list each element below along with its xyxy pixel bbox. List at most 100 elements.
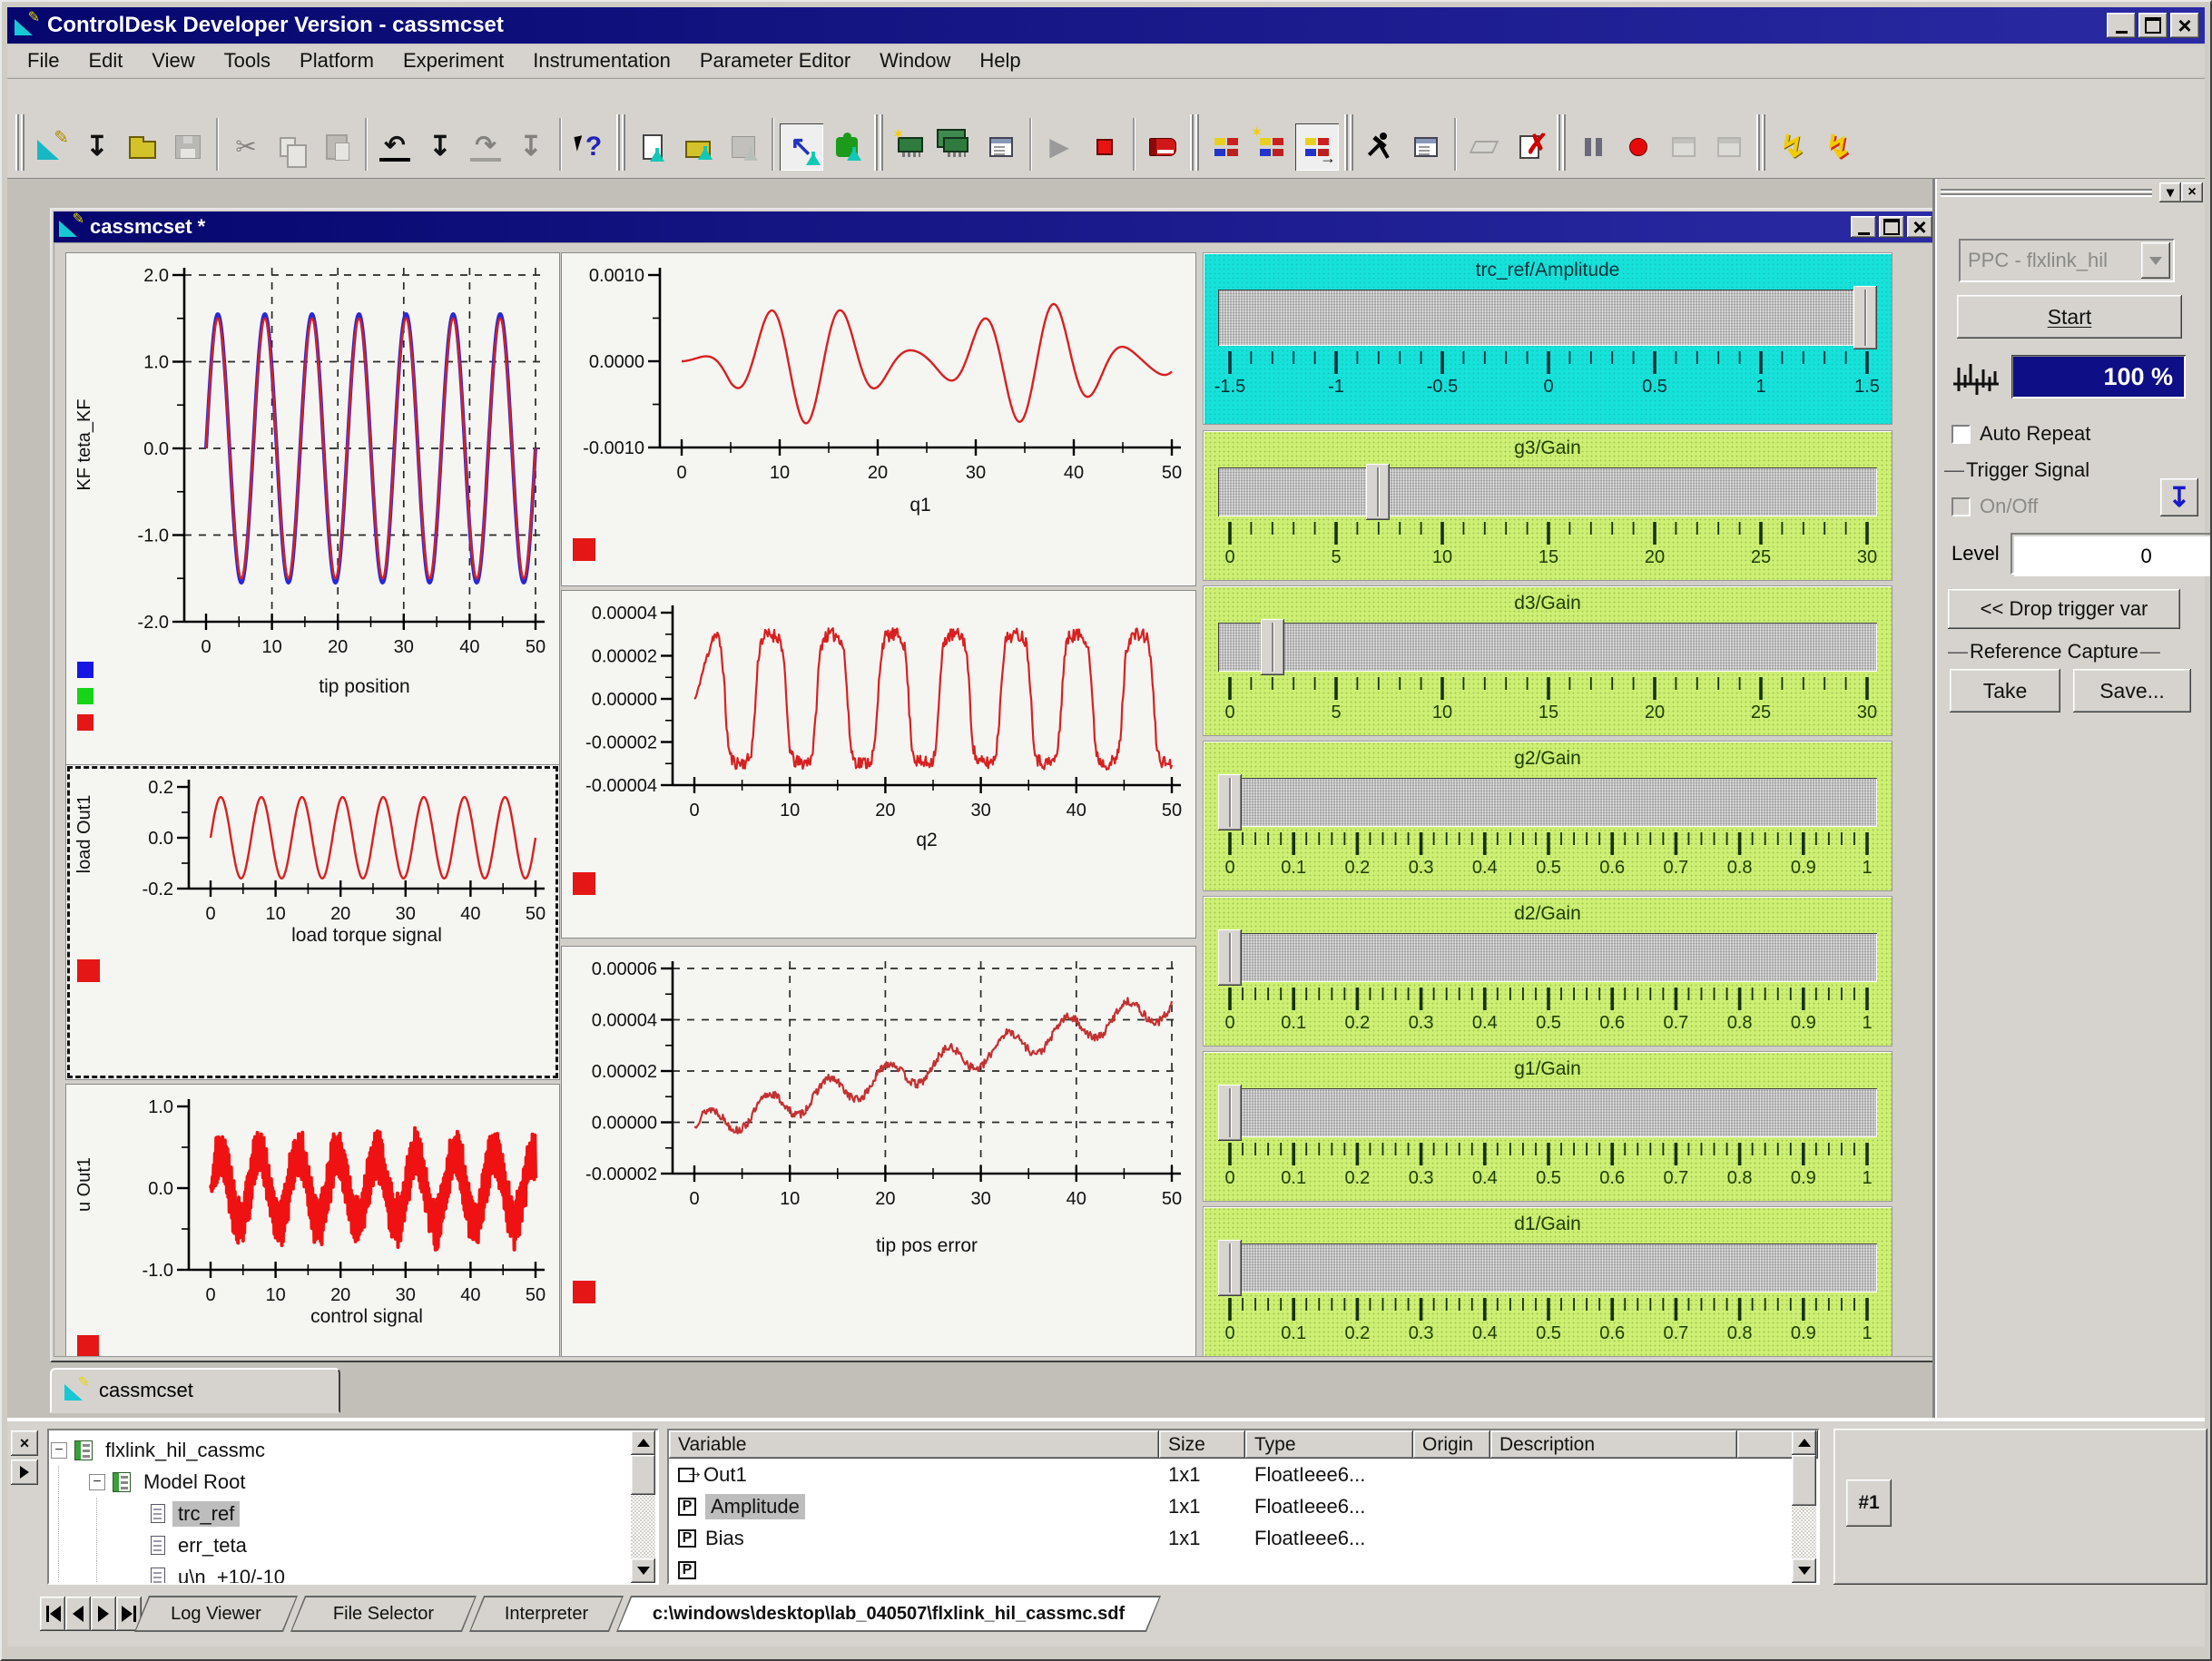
record-capture-icon[interactable] xyxy=(1617,123,1660,171)
platform-manager-icon[interactable] xyxy=(934,123,978,171)
erase-icon[interactable] xyxy=(1462,123,1506,171)
platform-select-arrow-icon[interactable] xyxy=(2141,242,2170,279)
scroll-down-icon[interactable] xyxy=(631,1558,655,1583)
slider-thumb[interactable] xyxy=(1218,774,1242,830)
import-layout-icon[interactable] xyxy=(75,123,119,171)
slider-groove[interactable] xyxy=(1218,1243,1877,1292)
column-header-type[interactable]: Type xyxy=(1245,1430,1413,1459)
browser-tab-log[interactable]: Log Viewer xyxy=(134,1596,298,1632)
rebuild-icon[interactable] xyxy=(1816,123,1860,171)
panel-grip[interactable]: ▾ × xyxy=(1941,181,2203,204)
new-instrument-icon[interactable] xyxy=(1250,123,1293,171)
start-animation-icon[interactable] xyxy=(1359,123,1402,171)
tree-item-u-n-10-10[interactable]: u\n_+10/-10 xyxy=(51,1561,655,1585)
slider-d1-gain[interactable]: d1/Gain00.10.20.30.40.50.60.70.80.91 xyxy=(1203,1206,1892,1357)
stop-simulation-icon[interactable] xyxy=(1083,123,1126,171)
new-instrument-layout-icon[interactable] xyxy=(1204,123,1248,171)
tree-item-model-root[interactable]: −Model Root xyxy=(51,1466,655,1498)
slider-thumb[interactable] xyxy=(1261,619,1284,675)
menu-view[interactable]: View xyxy=(137,47,209,74)
tree-scrollbar[interactable] xyxy=(631,1430,655,1583)
log-viewer-icon[interactable] xyxy=(1141,123,1185,171)
drop-trigger-icon[interactable]: ↧ xyxy=(2160,478,2198,516)
register-platform-icon[interactable] xyxy=(889,123,932,171)
capture-settings-icon[interactable] xyxy=(1662,123,1706,171)
panel-chevron-icon[interactable]: ▾ xyxy=(2159,182,2181,202)
build-icon[interactable] xyxy=(1771,123,1814,171)
table-row-amplitude[interactable]: Amplitude1x1FloatIeee6... xyxy=(669,1490,1818,1522)
slider-thumb[interactable] xyxy=(1366,464,1390,520)
start-simulation-icon[interactable] xyxy=(1037,123,1081,171)
doc-close-button[interactable] xyxy=(1907,216,1932,238)
paste-icon[interactable] xyxy=(315,123,359,171)
slider-thumb[interactable] xyxy=(1853,286,1877,349)
menu-tools[interactable]: Tools xyxy=(210,47,285,74)
layout-tab-cassmcset[interactable]: cassmcset xyxy=(50,1368,340,1413)
browser-tab-file[interactable]: File Selector xyxy=(290,1596,477,1632)
drop-trigger-var-button[interactable]: << Drop trigger var xyxy=(1948,589,2180,629)
undo-list-icon[interactable] xyxy=(418,123,462,171)
slider-groove[interactable] xyxy=(1218,1088,1877,1137)
scroll-thumb[interactable] xyxy=(631,1455,655,1495)
menu-instrumentation[interactable]: Instrumentation xyxy=(518,47,685,74)
column-header-description[interactable]: Description xyxy=(1490,1430,1737,1459)
capture-window-icon[interactable] xyxy=(1707,123,1751,171)
menu-help[interactable]: Help xyxy=(965,47,1035,74)
save-icon[interactable] xyxy=(166,123,210,171)
column-header-variable[interactable]: Variable xyxy=(669,1430,1159,1459)
slider-thumb[interactable] xyxy=(1218,1240,1242,1296)
scroll-thumb[interactable] xyxy=(1792,1455,1816,1506)
trigger-onoff-checkbox[interactable] xyxy=(1951,497,1971,516)
slider-d3-gain[interactable]: d3/Gain051015202530 xyxy=(1203,585,1892,736)
plot-tip-pos-error[interactable]: 0.000060.000040.000020.00000-0.000020102… xyxy=(561,946,1196,1357)
tree-item-err-teta[interactable]: err_teta xyxy=(51,1529,655,1561)
plot-q2[interactable]: 0.000040.000020.00000-0.00002-0.00004010… xyxy=(561,590,1196,939)
column-header-size[interactable]: Size xyxy=(1159,1430,1245,1459)
scroll-up-icon[interactable] xyxy=(631,1430,655,1455)
close-button[interactable] xyxy=(2170,13,2199,38)
slider-groove[interactable] xyxy=(1218,290,1877,346)
undo-icon[interactable] xyxy=(373,123,417,171)
doc-minimize-button[interactable] xyxy=(1851,216,1876,238)
open-icon[interactable] xyxy=(121,123,164,171)
pause-capture-icon[interactable] xyxy=(1571,123,1615,171)
connection-1-button[interactable]: #1 xyxy=(1846,1479,1892,1527)
minimize-button[interactable] xyxy=(2107,13,2136,38)
panel-close-icon[interactable]: × xyxy=(2181,182,2203,202)
slider-thumb[interactable] xyxy=(1218,1085,1242,1141)
slider-groove[interactable] xyxy=(1218,933,1877,982)
redo-icon[interactable] xyxy=(464,123,507,171)
plot-control-signal[interactable]: 1.00.0-1.001020304050control signalu Out… xyxy=(65,1084,560,1357)
plot-tip-position[interactable]: 2.01.00.0-1.0-2.001020304050tip position… xyxy=(65,252,560,770)
browser-tab-c-windows-desktop-lab-040507-flxlink-hil-cassmc-sdf[interactable]: c:\windows\desktop\lab_040507\flxlink_hi… xyxy=(616,1596,1161,1632)
platform-properties-icon[interactable] xyxy=(979,123,1023,171)
plot-load-torque-signal[interactable]: 0.20.0-0.201020304050load torque signall… xyxy=(65,764,560,1080)
menu-experiment[interactable]: Experiment xyxy=(388,47,518,74)
slider-groove[interactable] xyxy=(1218,467,1877,516)
delete-variable-icon[interactable] xyxy=(1508,123,1551,171)
menu-edit[interactable]: Edit xyxy=(74,47,137,74)
cut-icon[interactable] xyxy=(224,123,268,171)
tree-item-trc-ref[interactable]: trc_ref xyxy=(51,1498,655,1529)
redo-list-icon[interactable] xyxy=(509,123,553,171)
slider-groove[interactable] xyxy=(1218,623,1877,672)
browser-tab-next-button[interactable] xyxy=(91,1597,116,1631)
scroll-up-icon[interactable] xyxy=(1792,1430,1816,1455)
board-settings-icon[interactable] xyxy=(1404,123,1448,171)
browser-tab-interpreter[interactable]: Interpreter xyxy=(469,1596,624,1632)
table-row-out1[interactable]: Out11x1FloatIeee6... xyxy=(669,1459,1818,1490)
instrument-navigator-icon[interactable] xyxy=(1295,123,1339,171)
open-experiment-icon[interactable] xyxy=(676,123,720,171)
save-reference-button[interactable]: Save... xyxy=(2073,669,2191,713)
scroll-down-icon[interactable] xyxy=(1792,1558,1816,1583)
table-row-bias[interactable]: Bias1x1FloatIeee6... xyxy=(669,1522,1818,1554)
browser-close-icon[interactable]: × xyxy=(11,1430,38,1456)
browser-tab-first-button[interactable] xyxy=(40,1597,65,1631)
edit-mode-icon[interactable] xyxy=(780,123,823,171)
menu-file[interactable]: File xyxy=(13,47,74,74)
table-scrollbar[interactable] xyxy=(1792,1430,1816,1583)
browser-expand-icon[interactable] xyxy=(11,1460,38,1485)
start-button[interactable]: Start xyxy=(1957,295,2182,339)
slider-trc_ref-amplitude[interactable]: trc_ref/Amplitude-1.5-1-0.500.511.5 xyxy=(1203,252,1892,425)
platform-select[interactable]: PPC - flxlink_hil xyxy=(1959,239,2175,282)
